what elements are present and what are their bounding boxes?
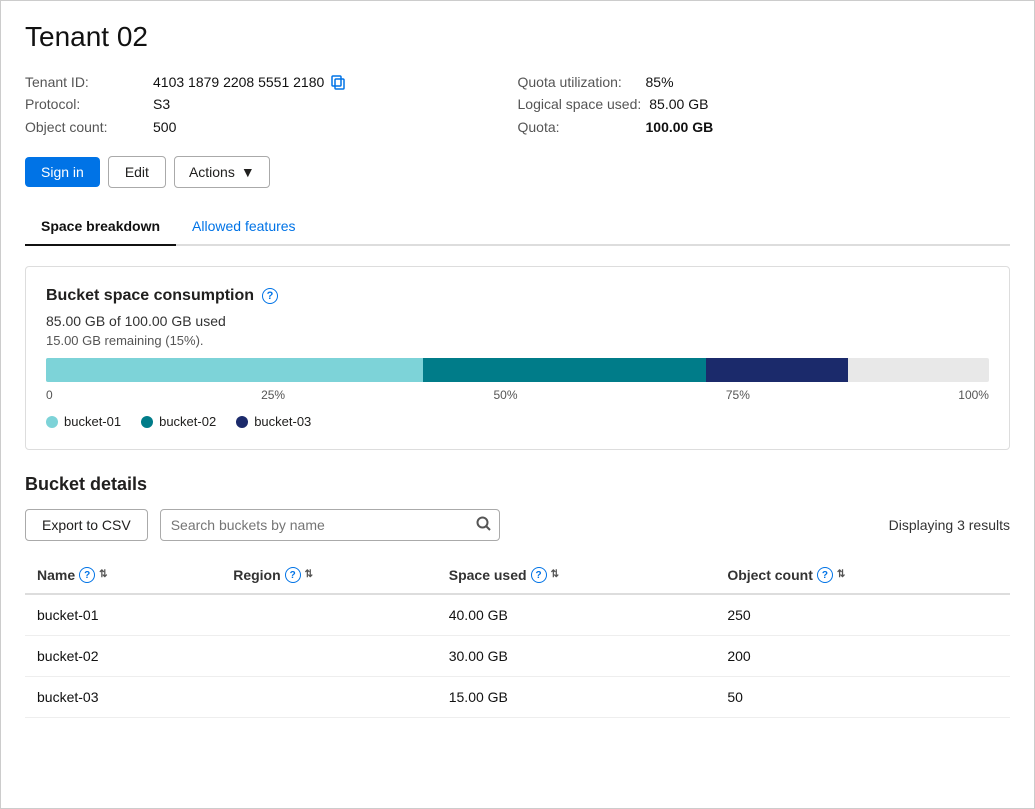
copy-icon[interactable] (330, 74, 346, 90)
cell-name: bucket-01 (25, 594, 221, 636)
card-title: Bucket space consumption ? (46, 287, 989, 305)
help-icon[interactable]: ? (262, 288, 278, 304)
quota-util-label: Quota utilization: (518, 71, 638, 93)
logical-space-label: Logical space used: (518, 93, 642, 115)
export-csv-button[interactable]: Export to CSV (25, 509, 148, 541)
region-col-help-icon[interactable]: ? (285, 567, 301, 583)
results-count: Displaying 3 results (889, 517, 1010, 533)
legend-item-bucket01: bucket-01 (46, 414, 121, 429)
remaining-text: 15.00 GB remaining (15%). (46, 333, 989, 348)
tenant-metadata: Tenant ID: 4103 1879 2208 5551 2180 Prot… (25, 71, 1010, 138)
object-count-label: Object count: (25, 116, 145, 138)
cell-space-used: 15.00 GB (437, 677, 716, 718)
tenant-id-value: 4103 1879 2208 5551 2180 (153, 71, 324, 93)
quota-value: 100.00 GB (646, 116, 714, 138)
col-header-name: Name ? ⇅ (25, 557, 221, 594)
object-count-value: 500 (153, 116, 176, 138)
quota-util-row: Quota utilization: 85% (518, 71, 1011, 93)
cell-region (221, 594, 437, 636)
name-col-help-icon[interactable]: ? (79, 567, 95, 583)
cell-space-used: 30.00 GB (437, 636, 716, 677)
progress-segment-bucket03 (706, 358, 847, 382)
search-input[interactable] (160, 509, 500, 541)
quota-row: Quota: 100.00 GB (518, 116, 1011, 138)
protocol-label: Protocol: (25, 93, 145, 115)
sign-in-button[interactable]: Sign in (25, 157, 100, 187)
table-header-row: Name ? ⇅ Region ? ⇅ (25, 557, 1010, 594)
space-sort-icon[interactable]: ⇅ (551, 570, 559, 580)
obj-count-col-help-icon[interactable]: ? (817, 567, 833, 583)
bucket-details-title: Bucket details (25, 474, 1010, 495)
progress-segment-bucket01 (46, 358, 423, 382)
table-row: bucket-03 15.00 GB 50 (25, 677, 1010, 718)
logical-space-value: 85.00 GB (649, 93, 708, 115)
col-header-space-used: Space used ? ⇅ (437, 557, 716, 594)
buckets-table: Name ? ⇅ Region ? ⇅ (25, 557, 1010, 718)
tab-content: Bucket space consumption ? 85.00 GB of 1… (25, 246, 1010, 738)
obj-count-sort-icon[interactable]: ⇅ (837, 570, 845, 580)
progress-segment-bucket02 (423, 358, 706, 382)
cell-space-used: 40.00 GB (437, 594, 716, 636)
tab-space-breakdown[interactable]: Space breakdown (25, 208, 176, 246)
cell-name: bucket-03 (25, 677, 221, 718)
legend-item-bucket02: bucket-02 (141, 414, 216, 429)
cell-object-count: 250 (715, 594, 1010, 636)
cell-object-count: 50 (715, 677, 1010, 718)
space-col-help-icon[interactable]: ? (531, 567, 547, 583)
bucket-toolbar-left: Export to CSV (25, 509, 500, 541)
object-count-row: Object count: 500 (25, 116, 518, 138)
chevron-down-icon: ▼ (241, 164, 255, 180)
quota-util-value: 85% (646, 71, 674, 93)
tenant-id-label: Tenant ID: (25, 71, 145, 93)
quota-label: Quota: (518, 116, 638, 138)
legend-item-bucket03: bucket-03 (236, 414, 311, 429)
chart-legend: bucket-01 bucket-02 bucket-03 (46, 414, 989, 429)
bucket-table-body: bucket-01 40.00 GB 250 bucket-02 30.00 G… (25, 594, 1010, 718)
protocol-row: Protocol: S3 (25, 93, 518, 115)
bucket-details-section: Bucket details Export to CSV Di (25, 474, 1010, 718)
tab-bar: Space breakdown Allowed features (25, 208, 1010, 246)
progress-bar (46, 358, 989, 382)
cell-region (221, 677, 437, 718)
logical-space-row: Logical space used: 85.00 GB (518, 93, 1011, 115)
legend-dot-bucket01 (46, 416, 58, 428)
tab-allowed-features[interactable]: Allowed features (176, 208, 312, 246)
search-button[interactable] (476, 516, 492, 535)
legend-dot-bucket03 (236, 416, 248, 428)
usage-text: 85.00 GB of 100.00 GB used (46, 313, 989, 329)
cell-object-count: 200 (715, 636, 1010, 677)
legend-dot-bucket02 (141, 416, 153, 428)
page-title: Tenant 02 (25, 21, 1010, 53)
search-wrapper (160, 509, 500, 541)
name-sort-icon[interactable]: ⇅ (99, 570, 107, 580)
actions-button[interactable]: Actions ▼ (174, 156, 270, 188)
col-header-region: Region ? ⇅ (221, 557, 437, 594)
cell-region (221, 636, 437, 677)
table-row: bucket-01 40.00 GB 250 (25, 594, 1010, 636)
bucket-toolbar: Export to CSV Displaying 3 results (25, 509, 1010, 541)
edit-button[interactable]: Edit (108, 156, 166, 188)
bucket-consumption-card: Bucket space consumption ? 85.00 GB of 1… (25, 266, 1010, 450)
progress-x-labels: 0 25% 50% 75% 100% (46, 388, 989, 402)
protocol-value: S3 (153, 93, 170, 115)
cell-name: bucket-02 (25, 636, 221, 677)
actions-bar: Sign in Edit Actions ▼ (25, 156, 1010, 188)
tenant-id-row: Tenant ID: 4103 1879 2208 5551 2180 (25, 71, 518, 93)
col-header-object-count: Object count ? ⇅ (715, 557, 1010, 594)
table-row: bucket-02 30.00 GB 200 (25, 636, 1010, 677)
region-sort-icon[interactable]: ⇅ (305, 570, 313, 580)
